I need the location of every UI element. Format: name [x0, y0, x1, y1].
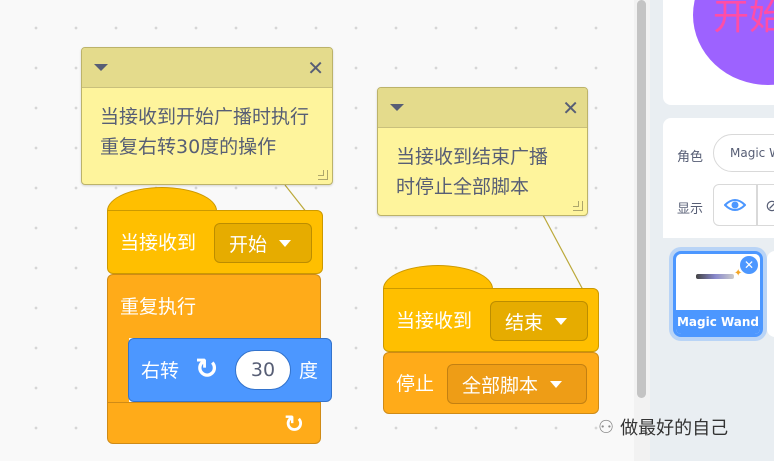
comment-text[interactable]: 当接收到结束广播时停止全部脚本 [378, 128, 578, 202]
rotate-clockwise-icon: ↻ [195, 352, 219, 385]
block-label: 当接收到 [396, 310, 473, 332]
degrees-input[interactable]: 30 [235, 350, 291, 390]
dropdown-value: 结束 [505, 311, 544, 334]
block-label: 右转 [141, 360, 180, 382]
dropdown-value: 开始 [229, 233, 268, 256]
forever-block-side [107, 337, 129, 403]
scrollbar-thumb[interactable] [637, 0, 646, 398]
watermark: ⚇ 做最好的自己 [598, 414, 728, 440]
loop-arrow-icon: ↻ [284, 410, 305, 438]
wechat-icon: ⚇ [598, 416, 615, 438]
block-label: 重复执行 [120, 296, 197, 318]
comment-header[interactable]: ✕ [82, 48, 332, 88]
code-workspace[interactable]: ✕ 当接收到开始广播时执行重复右转30度的操作 ✕ 当接收到结束广播时停止全部脚… [0, 0, 634, 461]
dropdown-arrow-icon [550, 380, 563, 388]
comment-note-start[interactable]: ✕ 当接收到开始广播时执行重复右转30度的操作 [81, 47, 333, 185]
delete-sprite-icon[interactable]: ✕ [740, 256, 758, 274]
show-sprite-button[interactable] [713, 184, 757, 226]
turn-right-block[interactable]: 右转 ↻ 30 度 [128, 338, 332, 402]
dropdown-arrow-icon [555, 317, 568, 325]
comment-text[interactable]: 当接收到开始广播时执行重复右转30度的操作 [82, 88, 332, 162]
stage-text: 开始 [713, 0, 774, 38]
sprite-tile-name: Magic Wand [676, 310, 760, 334]
sprite-info-panel: 角色 Magic Wand 显示 ⊘ [663, 118, 774, 238]
forever-block[interactable]: 重复执行 [107, 274, 321, 338]
sprite-name-label: 角色 [677, 150, 704, 165]
eye-icon [724, 199, 746, 211]
stop-option-dropdown[interactable]: 全部脚本 [447, 364, 587, 404]
magic-wand-thumbnail [696, 274, 734, 279]
block-label: 当接收到 [120, 232, 197, 254]
comment-note-end[interactable]: ✕ 当接收到结束广播时停止全部脚本 [377, 87, 588, 216]
broadcast-dropdown[interactable]: 结束 [490, 301, 588, 341]
dropdown-value: 全部脚本 [462, 374, 539, 397]
stage-preview[interactable]: 开始 [663, 0, 774, 105]
degrees-unit-label: 度 [299, 360, 319, 382]
sprite-tile-partial[interactable] [767, 251, 774, 337]
collapse-triangle-icon[interactable] [390, 104, 404, 111]
sprite-name-input[interactable]: Magic Wand [713, 134, 774, 172]
watermark-text: 做最好的自己 [620, 418, 729, 439]
comment-header[interactable]: ✕ [378, 88, 587, 128]
dropdown-arrow-icon [279, 239, 292, 247]
show-label: 显示 [677, 202, 704, 217]
close-icon[interactable]: ✕ [307, 58, 324, 78]
hide-sprite-button[interactable]: ⊘ [757, 184, 774, 226]
when-broadcast-received-block[interactable]: 当接收到 开始 [107, 210, 323, 274]
close-icon[interactable]: ✕ [562, 98, 579, 118]
resize-handle-icon[interactable] [573, 201, 583, 211]
resize-handle-icon[interactable] [318, 170, 328, 180]
broadcast-dropdown[interactable]: 开始 [214, 223, 312, 263]
workspace-scrollbar[interactable] [634, 0, 650, 461]
stop-block[interactable]: 停止 全部脚本 [383, 352, 599, 414]
eye-slash-icon: ⊘ [765, 195, 774, 215]
collapse-triangle-icon[interactable] [94, 64, 108, 71]
sprite-tile-magic-wand[interactable]: ✦ ✕ Magic Wand [673, 251, 763, 337]
when-broadcast-received-block[interactable]: 当接收到 结束 [383, 288, 599, 352]
forever-block-bottom: ↻ [107, 402, 321, 444]
block-label: 停止 [396, 373, 435, 395]
